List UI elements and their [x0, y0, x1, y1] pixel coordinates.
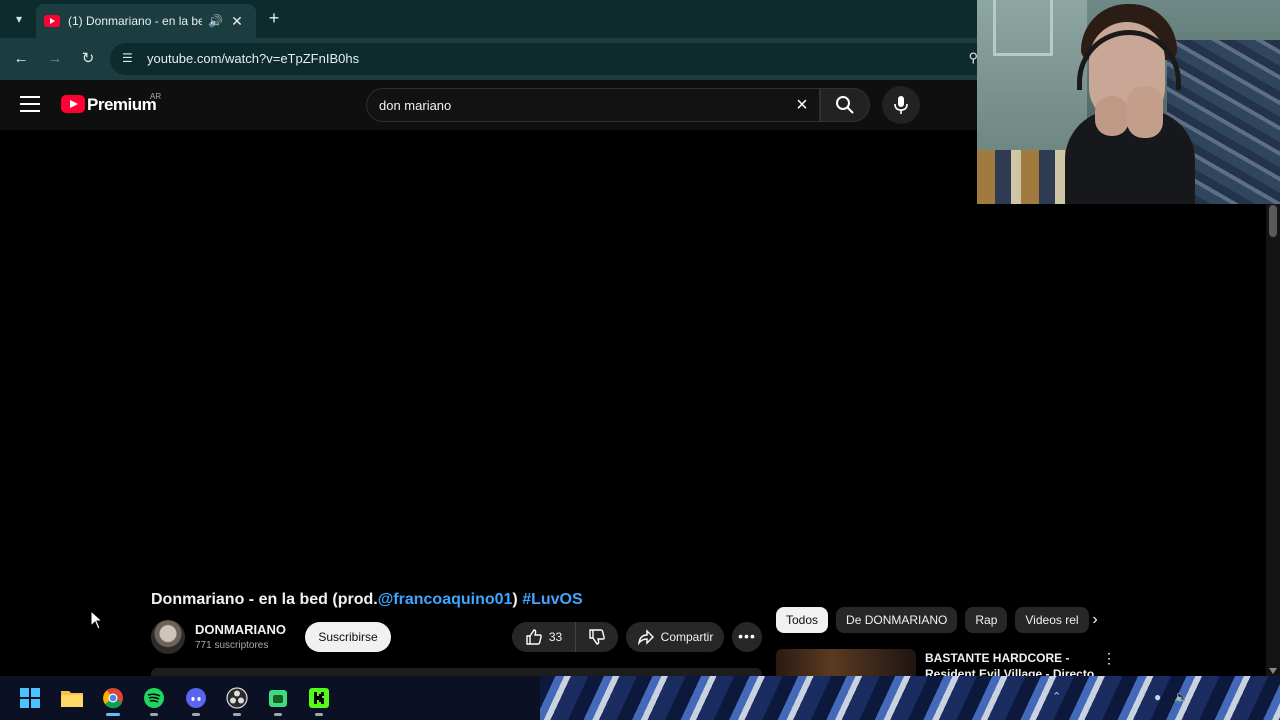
search-button[interactable] [820, 88, 870, 122]
share-button[interactable]: Compartir [626, 622, 724, 652]
windows-start-icon[interactable] [18, 686, 42, 710]
discord-icon[interactable] [184, 686, 208, 716]
share-arrow-icon [637, 629, 654, 645]
close-tab-icon[interactable]: ✕ [230, 13, 244, 30]
mouse-cursor-icon [90, 610, 104, 630]
file-explorer-icon[interactable] [60, 686, 84, 710]
youtube-favicon-icon [44, 15, 60, 27]
system-tray[interactable]: ⌃ ● 🔈 [1050, 682, 1280, 714]
video-title-middle: ) [512, 591, 523, 608]
chrome-icon[interactable] [101, 686, 125, 716]
address-bar[interactable]: ☰ youtube.com/watch?v=eTpZFnIB0hs ⚲ [110, 43, 990, 75]
back-arrow-icon[interactable]: ← [10, 48, 32, 70]
chip-todos[interactable]: Todos [776, 607, 829, 633]
hashtag-link[interactable]: #LuvOS [522, 591, 582, 608]
video-title: Donmariano - en la bed (prod.@francoaqui… [151, 591, 583, 609]
forward-arrow-icon[interactable]: → [44, 48, 66, 70]
scroll-down-arrow-icon[interactable] [1269, 668, 1277, 674]
kebab-menu-icon[interactable]: ⋮ [1102, 650, 1116, 670]
channel-avatar[interactable] [151, 620, 185, 654]
like-count: 33 [548, 630, 563, 644]
more-actions-icon[interactable]: ••• [732, 622, 762, 652]
description-box[interactable] [151, 668, 762, 676]
windows-taskbar: ⌃ ● 🔈 [0, 676, 1280, 720]
like-button[interactable]: 33 [512, 622, 576, 652]
scrollbar-thumb[interactable] [1269, 205, 1277, 237]
video-title-prefix: Donmariano - en la bed (prod. [151, 591, 378, 608]
spotify-icon[interactable] [142, 686, 166, 716]
dislike-button[interactable] [576, 622, 618, 652]
tab-search-chevron-icon[interactable]: ▾ [8, 8, 30, 30]
android-app-icon[interactable] [266, 686, 290, 716]
microphone-icon [894, 96, 908, 114]
reload-icon[interactable]: ↻ [77, 48, 99, 70]
region-code: AR [150, 92, 162, 101]
volume-icon[interactable]: 🔈 [1174, 690, 1189, 704]
subscribe-button[interactable]: Suscribirse [305, 622, 391, 652]
hamburger-menu-icon[interactable] [20, 96, 40, 112]
url-text[interactable]: youtube.com/watch?v=eTpZFnIB0hs [147, 51, 359, 66]
wifi-icon[interactable]: ● [1154, 690, 1161, 704]
recommended-thumbnail[interactable] [776, 649, 916, 676]
clear-search-icon[interactable]: × [791, 94, 813, 116]
kick-app-icon[interactable] [307, 686, 331, 716]
tab-title: (1) Donmariano - en la bed [68, 14, 202, 28]
youtube-brand[interactable]: Premium [87, 95, 157, 115]
obs-studio-icon[interactable] [225, 686, 249, 716]
producer-mention-link[interactable]: @francoaquino01 [378, 591, 513, 608]
site-info-icon[interactable]: ☰ [122, 51, 138, 67]
new-tab-plus-icon[interactable]: + [264, 8, 284, 28]
share-label: Compartir [660, 630, 714, 644]
chip-videos-relacionados[interactable]: Videos rel [1015, 607, 1089, 633]
chip-rap[interactable]: Rap [965, 607, 1008, 633]
like-dislike-group: 33 [512, 622, 618, 652]
search-query[interactable]: don mariano [379, 98, 451, 113]
recommended-title[interactable]: BASTANTE HARDCORE - Resident Evil Villag… [925, 650, 1095, 676]
voice-search-button[interactable] [882, 86, 920, 124]
chevron-right-icon[interactable]: › [1084, 609, 1106, 631]
webcam-overlay [977, 0, 1280, 204]
channel-name[interactable]: DONMARIANO [195, 622, 286, 637]
browser-tab-active[interactable]: (1) Donmariano - en la bed 🔊 ✕ [36, 4, 256, 38]
subscriber-count: 771 suscriptores [195, 640, 269, 651]
search-icon [836, 96, 854, 114]
thumbs-down-icon [589, 629, 605, 645]
youtube-logo-icon[interactable] [61, 95, 85, 113]
thumbs-up-icon [526, 629, 542, 645]
speaker-icon[interactable]: 🔊 [208, 14, 223, 28]
tray-overflow-chevron-icon[interactable]: ⌃ [1052, 690, 1061, 703]
page-scrollbar[interactable] [1266, 130, 1280, 676]
search-input[interactable]: don mariano × [366, 88, 820, 122]
related-filter-chips: Todos De DONMARIANO Rap Videos rel [776, 607, 1106, 635]
chip-de-donmariano[interactable]: De DONMARIANO [836, 607, 958, 633]
